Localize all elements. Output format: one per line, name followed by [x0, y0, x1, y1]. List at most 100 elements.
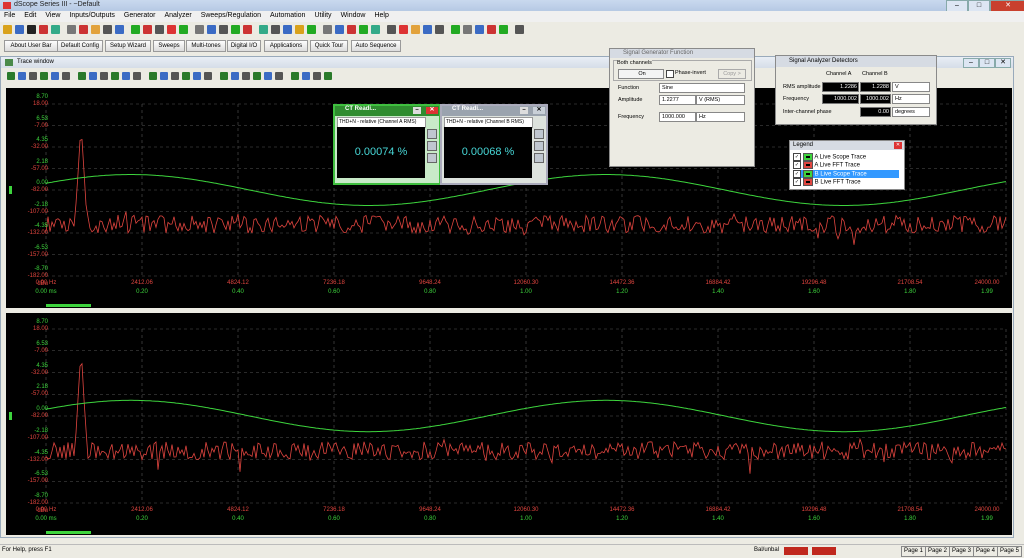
trace-tool-icon[interactable] — [7, 72, 15, 80]
trace-tool-icon[interactable] — [133, 72, 141, 80]
trace-tool-icon[interactable] — [111, 72, 119, 80]
toolbar-tool-icon[interactable] — [387, 25, 396, 34]
rms-unit-select[interactable]: V — [892, 82, 930, 92]
menu-automation[interactable]: Automation — [266, 11, 310, 19]
applications-button[interactable]: Applications — [264, 40, 308, 52]
generator-titlebar[interactable]: Signal Generator Function — [610, 49, 754, 58]
ct-a-log-icon[interactable] — [427, 153, 437, 163]
menu-edit[interactable]: Edit — [20, 11, 41, 19]
amplitude-unit-select[interactable]: V (RMS) — [696, 95, 745, 105]
trace-tool-icon[interactable] — [18, 72, 26, 80]
toolbar-tool-icon[interactable] — [143, 25, 152, 34]
toolbar-tool-icon[interactable] — [91, 25, 100, 34]
toolbar-tool-icon[interactable] — [259, 25, 268, 34]
toolbar-tool-icon[interactable] — [67, 25, 76, 34]
toolbar-tool-icon[interactable] — [3, 25, 12, 34]
toolbar-tool-icon[interactable] — [155, 25, 164, 34]
phase-unit-select[interactable]: degrees — [892, 107, 930, 117]
trace-tool-icon[interactable] — [149, 72, 157, 80]
trace-minimize-icon[interactable]: – — [963, 58, 979, 68]
toolbar-tool-icon[interactable] — [347, 25, 356, 34]
ct-b-close-icon[interactable]: ✕ — [533, 107, 545, 114]
toolbar-tool-icon[interactable] — [27, 25, 36, 34]
toolbar-tool-icon[interactable] — [195, 25, 204, 34]
toolbar-tool-icon[interactable] — [115, 25, 124, 34]
trace-tool-icon[interactable] — [122, 72, 130, 80]
toolbar-tool-icon[interactable] — [451, 25, 460, 34]
toolbar-tool-icon[interactable] — [167, 25, 176, 34]
toolbar-tool-icon[interactable] — [323, 25, 332, 34]
auto-sequence-button[interactable]: Auto Sequence — [351, 40, 401, 52]
ct-reading-b-titlebar[interactable]: CT Readi... – ✕ — [442, 106, 546, 116]
generator-on-toggle[interactable]: On — [618, 69, 664, 79]
menu-inputs-outputs[interactable]: Inputs/Outputs — [65, 11, 120, 19]
trace-tool-icon[interactable] — [29, 72, 37, 80]
legend-checkbox[interactable]: ✓ — [793, 178, 801, 186]
toolbar-tool-icon[interactable] — [39, 25, 48, 34]
default-config-button[interactable]: Default Config — [57, 40, 103, 52]
ct-reading-a-titlebar[interactable]: CT Readi... – ✕ — [335, 106, 439, 116]
toolbar-tool-icon[interactable] — [231, 25, 240, 34]
copy-button[interactable]: Copy > — [718, 69, 746, 79]
scroll-indicator[interactable] — [46, 531, 91, 534]
menu-utility[interactable]: Utility — [310, 11, 336, 19]
toolbar-tool-icon[interactable] — [243, 25, 252, 34]
legend-checkbox[interactable]: ✓ — [793, 170, 801, 178]
trace-tool-icon[interactable] — [40, 72, 48, 80]
toolbar-tool-icon[interactable] — [359, 25, 368, 34]
menu-help[interactable]: Help — [370, 11, 393, 19]
menu-file[interactable]: File — [0, 11, 20, 19]
trace-tool-icon[interactable] — [204, 72, 212, 80]
ct-a-close-icon[interactable]: ✕ — [426, 107, 438, 114]
trace-tool-icon[interactable] — [313, 72, 321, 80]
trace-close-icon[interactable]: ✕ — [995, 58, 1011, 68]
toolbar-tool-icon[interactable] — [515, 25, 524, 34]
trace-tool-icon[interactable] — [62, 72, 70, 80]
generator-panel[interactable]: Signal Generator Function Both channels … — [609, 48, 755, 167]
trace-tool-icon[interactable] — [171, 72, 179, 80]
legend-item-selected[interactable]: ✓ B Live Scope Trace — [793, 170, 899, 178]
ct-b-minimize-icon[interactable]: – — [520, 107, 528, 114]
plot-bottom[interactable]: 8.70 18.00 6.53 -7.00 4.35 -32.00 2.18 -57.00 0.… — [6, 313, 1012, 535]
trace-tool-icon[interactable] — [220, 72, 228, 80]
trace-tool-icon[interactable] — [51, 72, 59, 80]
toolbar-tool-icon[interactable] — [15, 25, 24, 34]
legend-item[interactable]: ✓ A Live FFT Trace — [793, 161, 899, 169]
toolbar-tool-icon[interactable] — [423, 25, 432, 34]
trace-tool-icon[interactable] — [324, 72, 332, 80]
amplitude-input[interactable]: 1.2277 — [659, 95, 696, 105]
page-tab-3[interactable]: Page 3 — [949, 546, 975, 557]
trace-tool-icon[interactable] — [291, 72, 299, 80]
toolbar-tool-icon[interactable] — [487, 25, 496, 34]
toolbar-tool-icon[interactable] — [103, 25, 112, 34]
ct-a-graph-icon[interactable] — [427, 141, 437, 151]
toolbar-tool-icon[interactable] — [307, 25, 316, 34]
trace-tool-icon[interactable] — [89, 72, 97, 80]
page-tab-4[interactable]: Page 4 — [973, 546, 999, 557]
menu-sweeps[interactable]: Sweeps/Regulation — [197, 11, 266, 19]
trace-offset-marker[interactable] — [9, 412, 12, 420]
menu-generator[interactable]: Generator — [120, 11, 161, 19]
ct-a-settings-icon[interactable] — [427, 129, 437, 139]
sweeps-button[interactable]: Sweeps — [153, 40, 185, 52]
trace-restore-icon[interactable]: □ — [979, 58, 995, 68]
ct-b-log-icon[interactable] — [534, 153, 544, 163]
page-tab-5[interactable]: Page 5 — [997, 546, 1023, 557]
toolbar-tool-icon[interactable] — [79, 25, 88, 34]
toolbar-tool-icon[interactable] — [271, 25, 280, 34]
toolbar-tool-icon[interactable] — [399, 25, 408, 34]
setup-wizard-button[interactable]: Setup Wizard — [105, 40, 151, 52]
scroll-indicator[interactable] — [46, 304, 91, 307]
toolbar-tool-icon[interactable] — [371, 25, 380, 34]
legend-panel[interactable]: Legend ✕ ✓ A Live Scope Trace ✓ A Live FF… — [789, 140, 905, 190]
toolbar-tool-icon[interactable] — [207, 25, 216, 34]
trace-tool-icon[interactable] — [78, 72, 86, 80]
frequency-unit-select[interactable]: Hz — [696, 112, 745, 122]
legend-item[interactable]: ✓ B Live FFT Trace — [793, 178, 899, 186]
legend-close-icon[interactable]: ✕ — [894, 142, 902, 149]
menu-view[interactable]: View — [41, 11, 65, 19]
trace-tool-icon[interactable] — [231, 72, 239, 80]
toolbar-tool-icon[interactable] — [179, 25, 188, 34]
toolbar-tool-icon[interactable] — [475, 25, 484, 34]
trace-tool-icon[interactable] — [182, 72, 190, 80]
